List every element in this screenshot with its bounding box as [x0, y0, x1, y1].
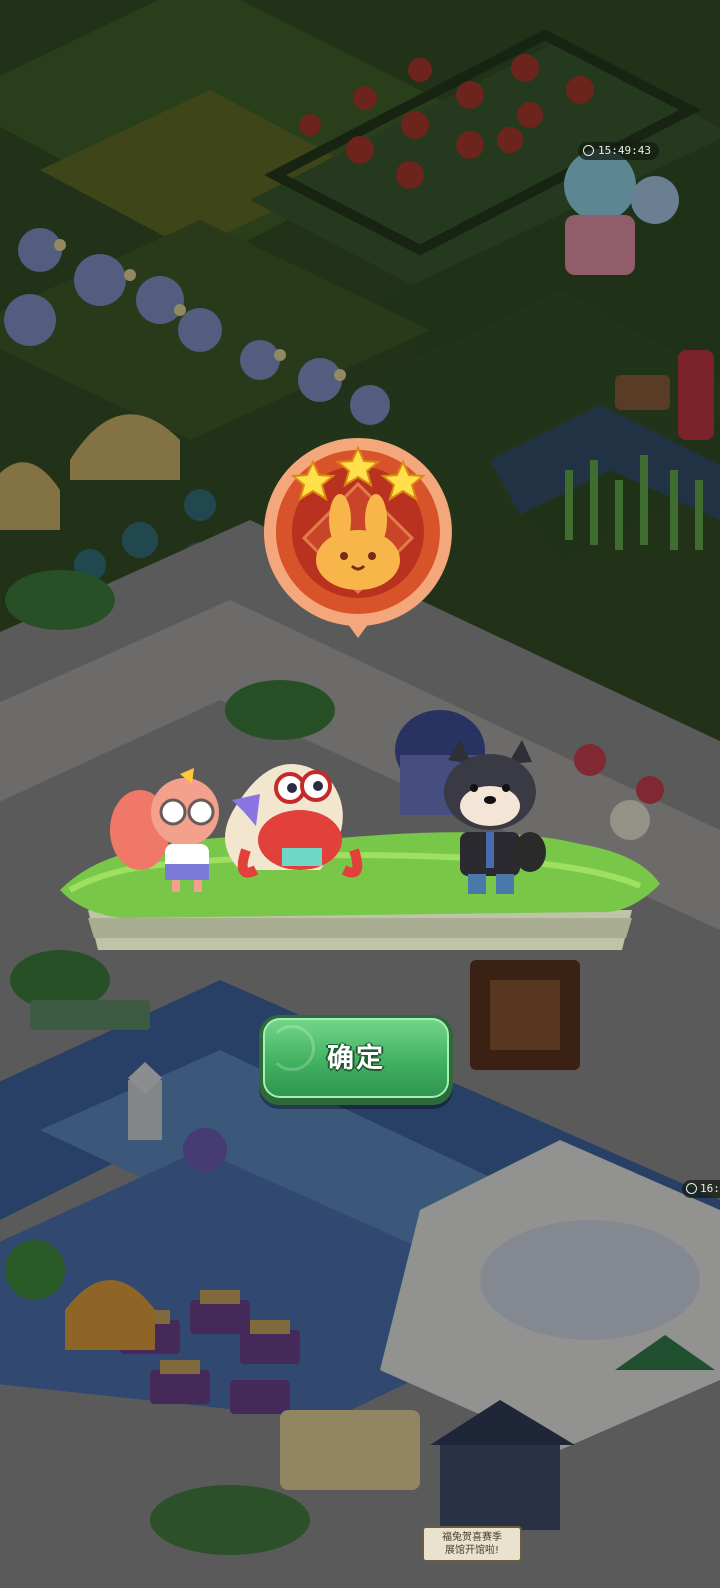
- clock-icon: [583, 145, 594, 156]
- rabbit-badge-icon: [263, 438, 452, 638]
- build-timer-side: 16:: [682, 1180, 720, 1198]
- build-timer: 15:49:43: [578, 142, 659, 160]
- exhibition-sign: 福兔贺喜赛季 展馆开馆啦!: [422, 1526, 522, 1562]
- character-platform: [60, 740, 660, 950]
- build-timer-side-text: 16:: [700, 1182, 720, 1195]
- exhibition-sign-text: 福兔贺喜赛季 展馆开馆啦!: [442, 1532, 502, 1556]
- clock-icon: [686, 1183, 697, 1194]
- build-timer-text: 15:49:43: [598, 144, 651, 157]
- confirm-button-label: 确定: [327, 1043, 385, 1073]
- confirm-button[interactable]: 确定: [259, 1015, 453, 1105]
